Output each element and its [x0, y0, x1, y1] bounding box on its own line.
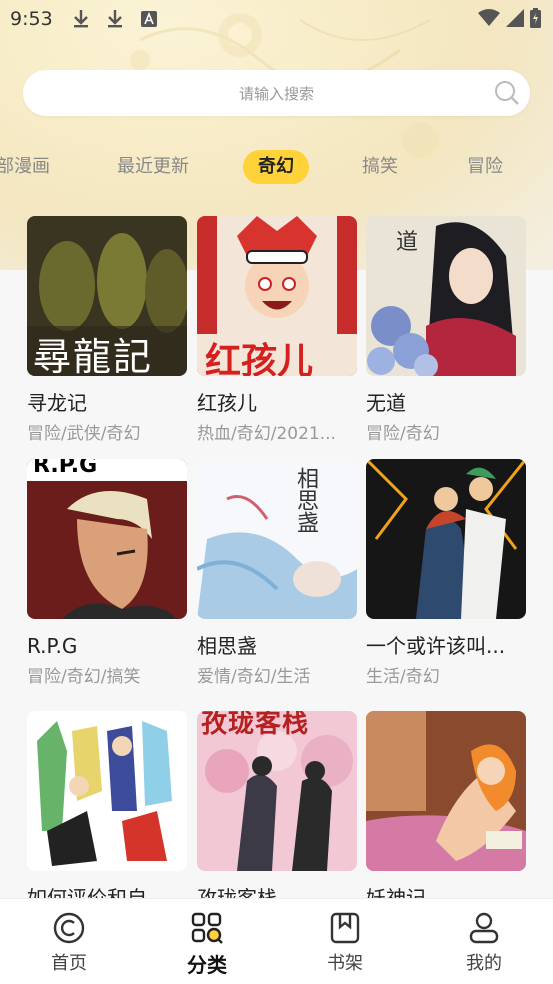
comic-title: 一个或许该叫... — [366, 634, 506, 658]
bookshelf-icon — [330, 912, 360, 944]
nav-label: 书架 — [327, 953, 363, 974]
tab-all-comics[interactable]: 部漫画 — [0, 150, 50, 184]
comic-title: 寻龙记 — [27, 391, 87, 415]
cover-title-text: 相思盏 — [293, 467, 318, 533]
comic-tags: 爱情/奇幻/生活 — [197, 667, 311, 687]
status-bar: 9:53 — [0, 0, 553, 38]
cover-title-text: 孜珑客栈 — [201, 711, 310, 739]
comic-card[interactable]: 道 无道 冒险/奇幻 — [366, 216, 526, 446]
cover-title-text: 红孩儿 — [205, 341, 314, 376]
comic-cover[interactable]: 相思盏 — [197, 459, 357, 619]
download-icon — [71, 9, 91, 29]
profile-icon — [469, 912, 499, 944]
search-icon[interactable] — [494, 80, 520, 106]
comic-title: R.P.G — [27, 634, 78, 658]
category-icon — [191, 912, 223, 944]
font-icon — [139, 9, 159, 29]
comic-cover[interactable]: 孜珑客栈 — [197, 711, 357, 871]
signal-icon — [506, 9, 524, 31]
comic-cover[interactable]: 道 — [366, 216, 526, 376]
nav-category[interactable]: 分类 — [162, 911, 252, 978]
comic-tags: 热血/奇幻/2021... — [197, 424, 336, 444]
comic-card[interactable]: 一个或许该叫... 生活/奇幻 — [366, 459, 526, 689]
nav-label: 我的 — [466, 953, 502, 974]
comic-cover[interactable]: R.P.G — [27, 459, 187, 619]
search-placeholder: 请输入搜索 — [238, 84, 314, 103]
comic-card[interactable]: 妖神记 — [366, 711, 526, 911]
nav-label: 首页 — [51, 953, 87, 974]
bottom-navigation: 首页 分类 书架 我的 — [0, 898, 553, 984]
comic-title: 无道 — [366, 391, 406, 415]
comic-cover[interactable] — [366, 711, 526, 871]
cover-title-text: 道 — [396, 230, 419, 255]
download-icon — [105, 9, 125, 29]
comic-card[interactable]: 孜珑客栈 孜珑客栈 — [197, 711, 357, 911]
cover-title-text: 尋龍記 — [33, 335, 154, 376]
nav-home[interactable]: 首页 — [24, 911, 114, 975]
comic-card[interactable]: 相思盏 相思盏 爱情/奇幻/生活 — [197, 459, 357, 689]
home-icon — [53, 912, 85, 944]
battery-icon — [530, 8, 541, 32]
nav-bookshelf[interactable]: 书架 — [300, 911, 390, 975]
comic-title: 红孩儿 — [197, 391, 257, 415]
tab-recent-updates[interactable]: 最近更新 — [117, 150, 189, 184]
comic-tags: 冒险/奇幻/搞笑 — [27, 667, 141, 687]
comic-cover[interactable] — [366, 459, 526, 619]
comic-card[interactable]: 尋龍記 寻龙记 冒险/武侠/奇幻 — [27, 216, 187, 446]
comic-card[interactable]: 红孩儿 红孩儿 热血/奇幻/2021... — [197, 216, 357, 446]
tab-adventure[interactable]: 冒险 — [467, 150, 503, 184]
comic-cover[interactable]: 尋龍記 — [27, 216, 187, 376]
comic-card[interactable]: R.P.G R.P.G 冒险/奇幻/搞笑 — [27, 459, 187, 689]
nav-label: 分类 — [187, 953, 227, 977]
cover-title-text: R.P.G — [33, 459, 98, 478]
tab-comedy[interactable]: 搞笑 — [362, 150, 398, 184]
comic-cover[interactable]: 红孩儿 — [197, 216, 357, 376]
comic-card[interactable]: 如何评价和自... — [27, 711, 187, 911]
comic-cover[interactable] — [27, 711, 187, 871]
wifi-icon — [478, 9, 500, 31]
tab-fantasy[interactable]: 奇幻 — [243, 150, 309, 184]
comic-tags: 生活/奇幻 — [366, 667, 440, 687]
search-input[interactable]: 请输入搜索 — [23, 70, 530, 116]
category-tabs: 部漫画 最近更新 奇幻 搞笑 冒险 — [0, 150, 553, 186]
comic-tags: 冒险/武侠/奇幻 — [27, 424, 141, 444]
comic-title: 相思盏 — [197, 634, 257, 658]
comic-tags: 冒险/奇幻 — [366, 424, 440, 444]
nav-profile[interactable]: 我的 — [439, 911, 529, 975]
status-time: 9:53 — [10, 8, 53, 30]
